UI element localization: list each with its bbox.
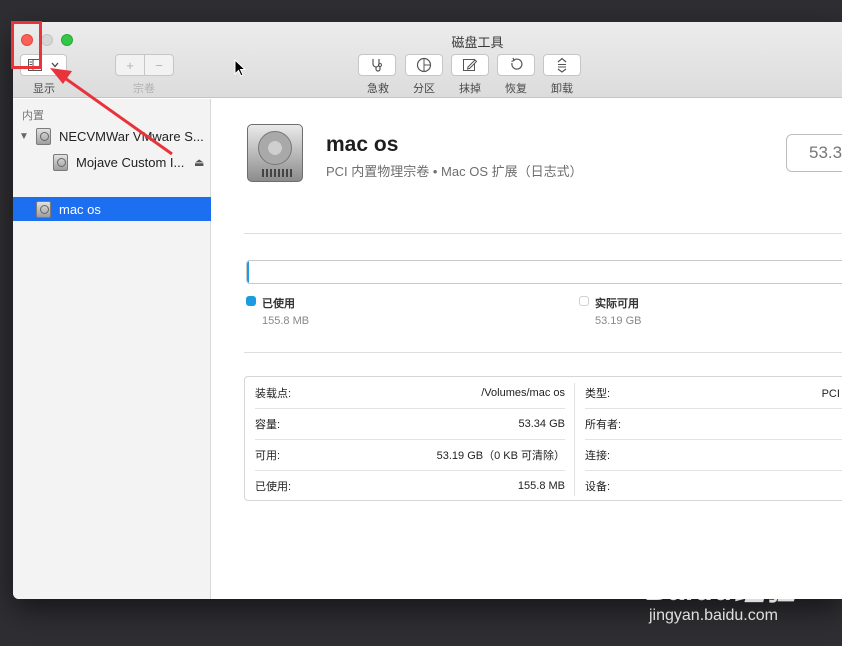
sidebar-item-vmware-disk[interactable]: ▼ NECVMWar VMware S... xyxy=(13,124,211,148)
sidebar-item-mojave-volume[interactable]: Mojave Custom I... ⏏ xyxy=(13,150,211,174)
capacity-display: 53.3 xyxy=(786,134,842,172)
sidebar-item-mac-os[interactable]: mac os xyxy=(13,197,211,221)
unmount-button[interactable] xyxy=(543,54,581,76)
usage-bar-used-fill xyxy=(247,261,249,283)
sidebar-section-internal: 内置 xyxy=(22,110,44,122)
volume-description: PCI 内置物理宗卷 • Mac OS 扩展（日志式） xyxy=(326,164,583,179)
main-content: mac os PCI 内置物理宗卷 • Mac OS 扩展（日志式） 53.3 … xyxy=(212,99,842,599)
titlebar: 磁盘工具 显示 + − 宗卷 急救 分区 抹掉 恢复 卸载 xyxy=(13,22,842,98)
first-aid-button[interactable] xyxy=(358,54,396,76)
used-legend-label: 已使用 xyxy=(262,298,295,310)
used-legend-swatch xyxy=(246,296,256,306)
watermark-brand: Baidu经验 xyxy=(646,574,797,607)
add-volume-button[interactable]: + xyxy=(115,54,145,76)
erase-label: 抹掉 xyxy=(459,83,481,95)
free-legend-label: 实际可用 xyxy=(595,298,639,310)
info-row-available: 可用: 53.19 GB（0 KB 可清除） xyxy=(255,449,565,462)
eject-icon[interactable]: ⏏ xyxy=(194,156,204,169)
free-legend-value: 53.19 GB xyxy=(595,315,642,327)
volume-info-table: 装载点: /Volumes/mac os 容量: 53.34 GB 可用: 53… xyxy=(244,376,842,501)
minus-icon: − xyxy=(155,57,163,73)
sidebar-item-label: mac os xyxy=(59,201,101,217)
divider xyxy=(244,233,842,234)
unmount-label: 卸载 xyxy=(551,83,573,95)
volume-hard-disk-icon xyxy=(247,124,303,182)
pie-partition-icon xyxy=(416,57,432,73)
unmount-icon xyxy=(554,57,570,73)
usage-bar xyxy=(246,260,842,284)
volume-name: mac os xyxy=(326,133,399,156)
stethoscope-icon xyxy=(369,57,385,73)
annotation-highlight-box xyxy=(11,21,42,69)
restore-button[interactable] xyxy=(497,54,535,76)
restore-label: 恢复 xyxy=(505,83,527,95)
sidebar-item-label: Mojave Custom I... xyxy=(76,154,185,170)
watermark: Baidu经验 jingyan.baidu.com xyxy=(646,565,797,624)
info-row-capacity: 容量: 53.34 GB xyxy=(255,417,565,431)
free-legend-swatch xyxy=(579,296,589,306)
info-row-mount-point: 装载点: /Volumes/mac os xyxy=(255,386,565,400)
info-row-device: 设备: xyxy=(585,480,611,493)
volume-label: 宗卷 xyxy=(133,83,155,95)
watermark-url: jingyan.baidu.com xyxy=(649,607,778,624)
window-title: 磁盘工具 xyxy=(451,35,504,50)
partition-button[interactable] xyxy=(405,54,443,76)
restore-arrow-icon xyxy=(508,57,524,73)
erase-button[interactable] xyxy=(451,54,489,76)
mouse-cursor-icon xyxy=(234,59,247,77)
divider xyxy=(244,352,842,353)
hard-disk-icon xyxy=(36,127,51,145)
view-label: 显示 xyxy=(33,83,55,95)
info-row-type: 类型: PCI 内置 xyxy=(585,387,842,400)
info-row-used: 已使用: 155.8 MB xyxy=(255,479,565,493)
chevron-down-icon xyxy=(51,62,59,68)
disclosure-triangle-icon[interactable]: ▼ xyxy=(17,131,31,142)
info-row-owners: 所有者: xyxy=(585,418,622,431)
sidebar: 内置 ▼ NECVMWar VMware S... Mojave Custom … xyxy=(13,99,211,599)
partition-label: 分区 xyxy=(413,83,435,95)
sidebar-item-label: NECVMWar VMware S... xyxy=(59,128,204,144)
remove-volume-button[interactable]: − xyxy=(144,54,174,76)
first-aid-label: 急救 xyxy=(367,83,389,95)
info-row-connection: 连接: xyxy=(585,449,611,462)
plus-icon: + xyxy=(126,57,134,73)
disk-utility-window: 磁盘工具 显示 + − 宗卷 急救 分区 抹掉 恢复 卸载 内置 ▼ NECVM… xyxy=(13,22,842,599)
used-legend-value: 155.8 MB xyxy=(262,315,310,327)
hard-disk-icon xyxy=(36,200,51,218)
erase-pencil-icon xyxy=(462,57,478,73)
hard-disk-icon xyxy=(53,153,68,171)
